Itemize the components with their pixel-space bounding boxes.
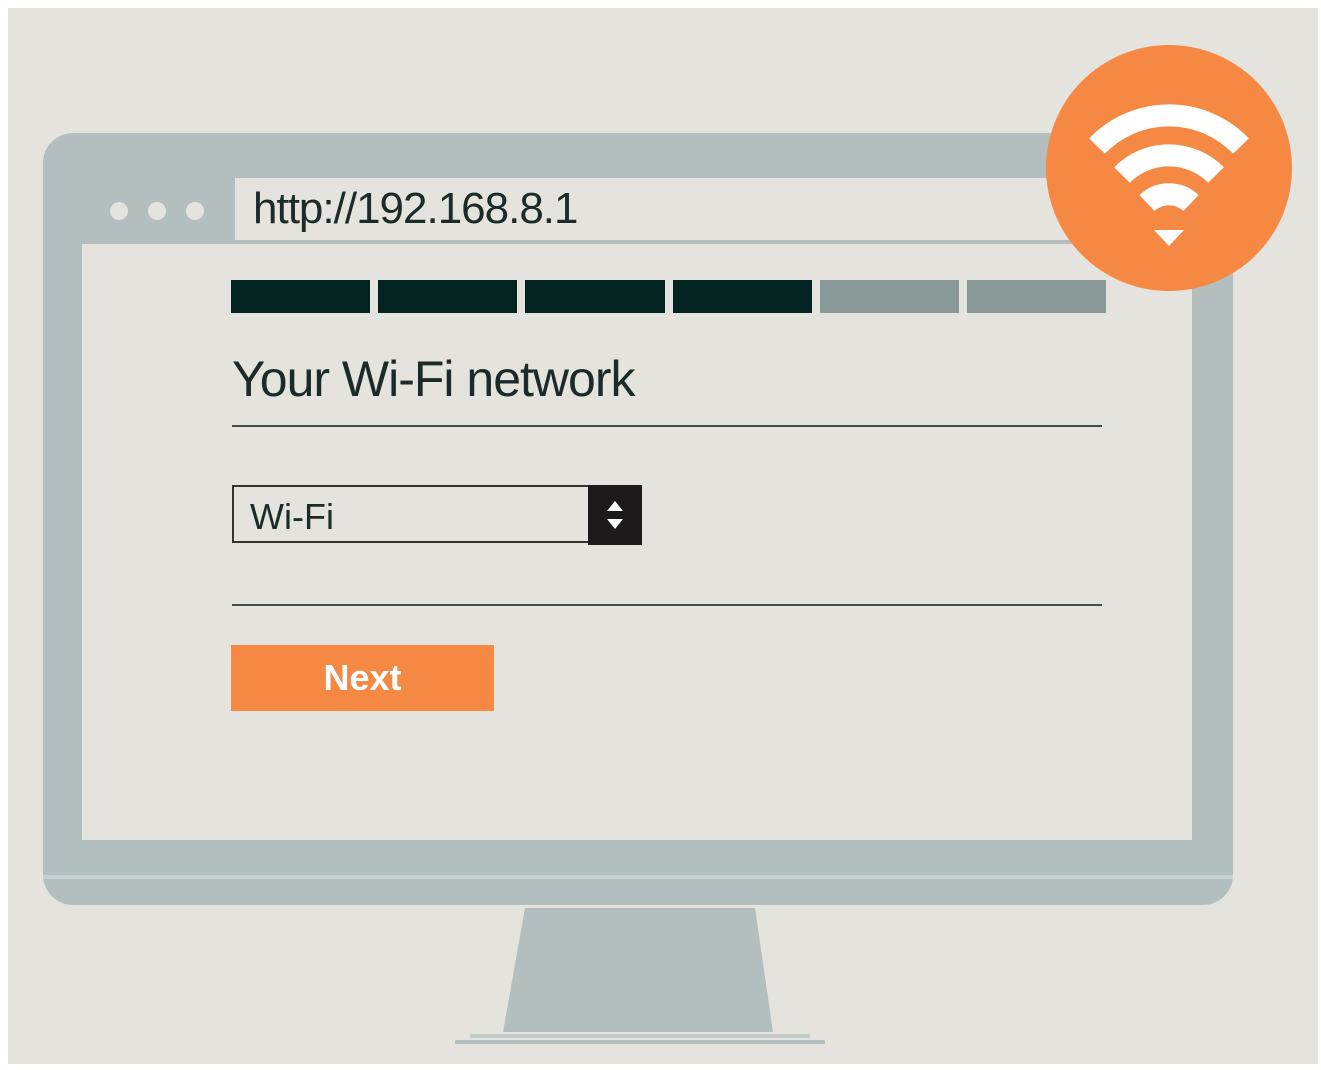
browser-toolbar: http://192.168.8.1 bbox=[82, 172, 1192, 244]
stand-neck bbox=[503, 908, 773, 1032]
monitor-screen: http://192.168.8.1 Your Wi-Fi network Wi… bbox=[82, 172, 1192, 840]
progress-step-complete bbox=[378, 280, 518, 313]
form-divider bbox=[232, 604, 1102, 606]
progress-step-complete bbox=[672, 280, 812, 313]
setup-progress-bar bbox=[231, 280, 1107, 313]
next-button[interactable]: Next bbox=[231, 645, 494, 711]
stand-base bbox=[455, 1040, 825, 1044]
progress-step-pending bbox=[819, 280, 959, 313]
up-down-arrows-icon[interactable] bbox=[588, 485, 642, 545]
url-text: http://192.168.8.1 bbox=[253, 184, 579, 233]
stand-base-top bbox=[470, 1034, 810, 1038]
progress-step-complete bbox=[525, 280, 665, 313]
progress-step-complete bbox=[231, 280, 371, 313]
network-select-value: Wi-Fi bbox=[250, 496, 334, 537]
network-select[interactable]: Wi-Fi bbox=[232, 485, 642, 545]
window-dot[interactable] bbox=[186, 202, 204, 220]
page-title: Your Wi-Fi network bbox=[232, 351, 635, 407]
wifi-badge bbox=[1046, 45, 1292, 291]
wifi-icon bbox=[1089, 104, 1249, 246]
window-dot[interactable] bbox=[110, 202, 128, 220]
title-divider bbox=[232, 425, 1102, 427]
window-dot[interactable] bbox=[148, 202, 166, 220]
page: http://192.168.8.1 Your Wi-Fi network Wi… bbox=[0, 0, 1321, 1070]
monitor-bezel-line bbox=[43, 875, 1233, 879]
